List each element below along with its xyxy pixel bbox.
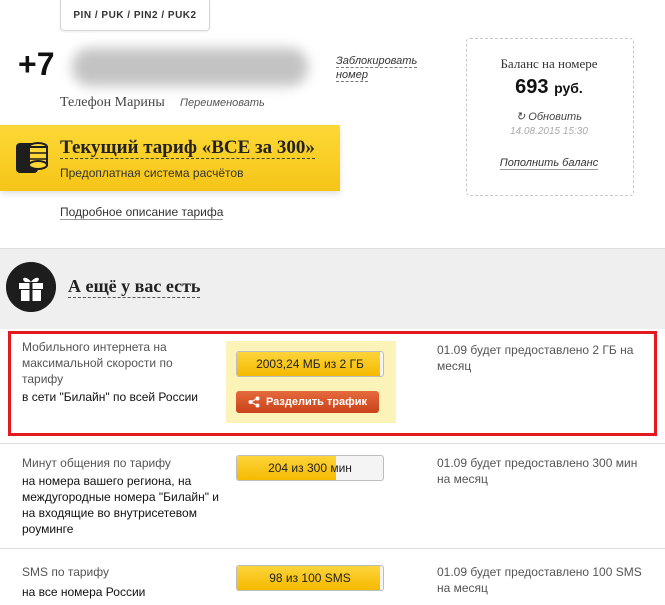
balance-amount-value: 693: [515, 76, 549, 98]
minutes-note: 01.09 будет предоставлено 300 мин на мес…: [437, 456, 638, 486]
refresh-balance-link[interactable]: ↻ Обновить: [466, 110, 632, 123]
rename-link[interactable]: Переименовать: [180, 97, 265, 109]
row-divider: [0, 548, 665, 549]
refresh-label: Обновить: [528, 111, 582, 123]
balance-currency: руб.: [554, 80, 583, 96]
minutes-usage-bar: 204 из 300 мин: [236, 455, 384, 481]
pin-puk-button[interactable]: PIN / PUK / PIN2 / PUK2: [60, 0, 210, 31]
phone-number-prefix: +7: [18, 46, 55, 82]
balance-label: Баланс на номере: [500, 56, 598, 71]
block-number-label: Заблокировать номер: [336, 55, 418, 82]
gift-icon: [6, 262, 56, 312]
row-divider: [0, 443, 665, 444]
sms-usage-bar: 98 из 100 SMS: [236, 565, 384, 591]
sms-description: SMS по тарифу: [22, 565, 109, 579]
extras-title[interactable]: А ещё у вас есть: [68, 276, 201, 298]
internet-row-highlight-frame: [8, 331, 657, 436]
tariff-description-link[interactable]: Подробное описание тарифа: [60, 205, 224, 220]
tariff-title[interactable]: Текущий тариф «ВСЕ за 300»: [60, 137, 315, 159]
refresh-icon: ↻: [515, 111, 529, 123]
tariff-title-text: Текущий тариф «ВСЕ за 300»: [60, 137, 315, 159]
topup-label: Пополнить баланс: [499, 157, 599, 170]
block-number-link[interactable]: Заблокировать номер: [336, 54, 432, 82]
sms-usage-label: 98 из 100 SMS: [269, 571, 351, 585]
coins-icon: [16, 142, 48, 173]
sms-scope: на все номера России: [22, 585, 146, 599]
minutes-description: Минут общения по тарифу: [22, 456, 171, 470]
balance-amount: 693 руб.: [466, 76, 632, 99]
phone-name: Телефон Марины: [60, 95, 165, 110]
topup-balance-link[interactable]: Пополнить баланс: [466, 157, 632, 170]
minutes-scope: на номера вашего региона, на междугородн…: [22, 474, 219, 536]
tariff-subtitle: Предоплатная система расчётов: [60, 166, 244, 180]
sms-note: 01.09 будет предоставлено 100 SMS на мес…: [437, 565, 642, 595]
balance-date: 14.08.2015 15:30: [510, 126, 588, 137]
phone-number-redacted: [72, 48, 308, 86]
minutes-usage-label: 204 из 300 мин: [268, 461, 352, 475]
